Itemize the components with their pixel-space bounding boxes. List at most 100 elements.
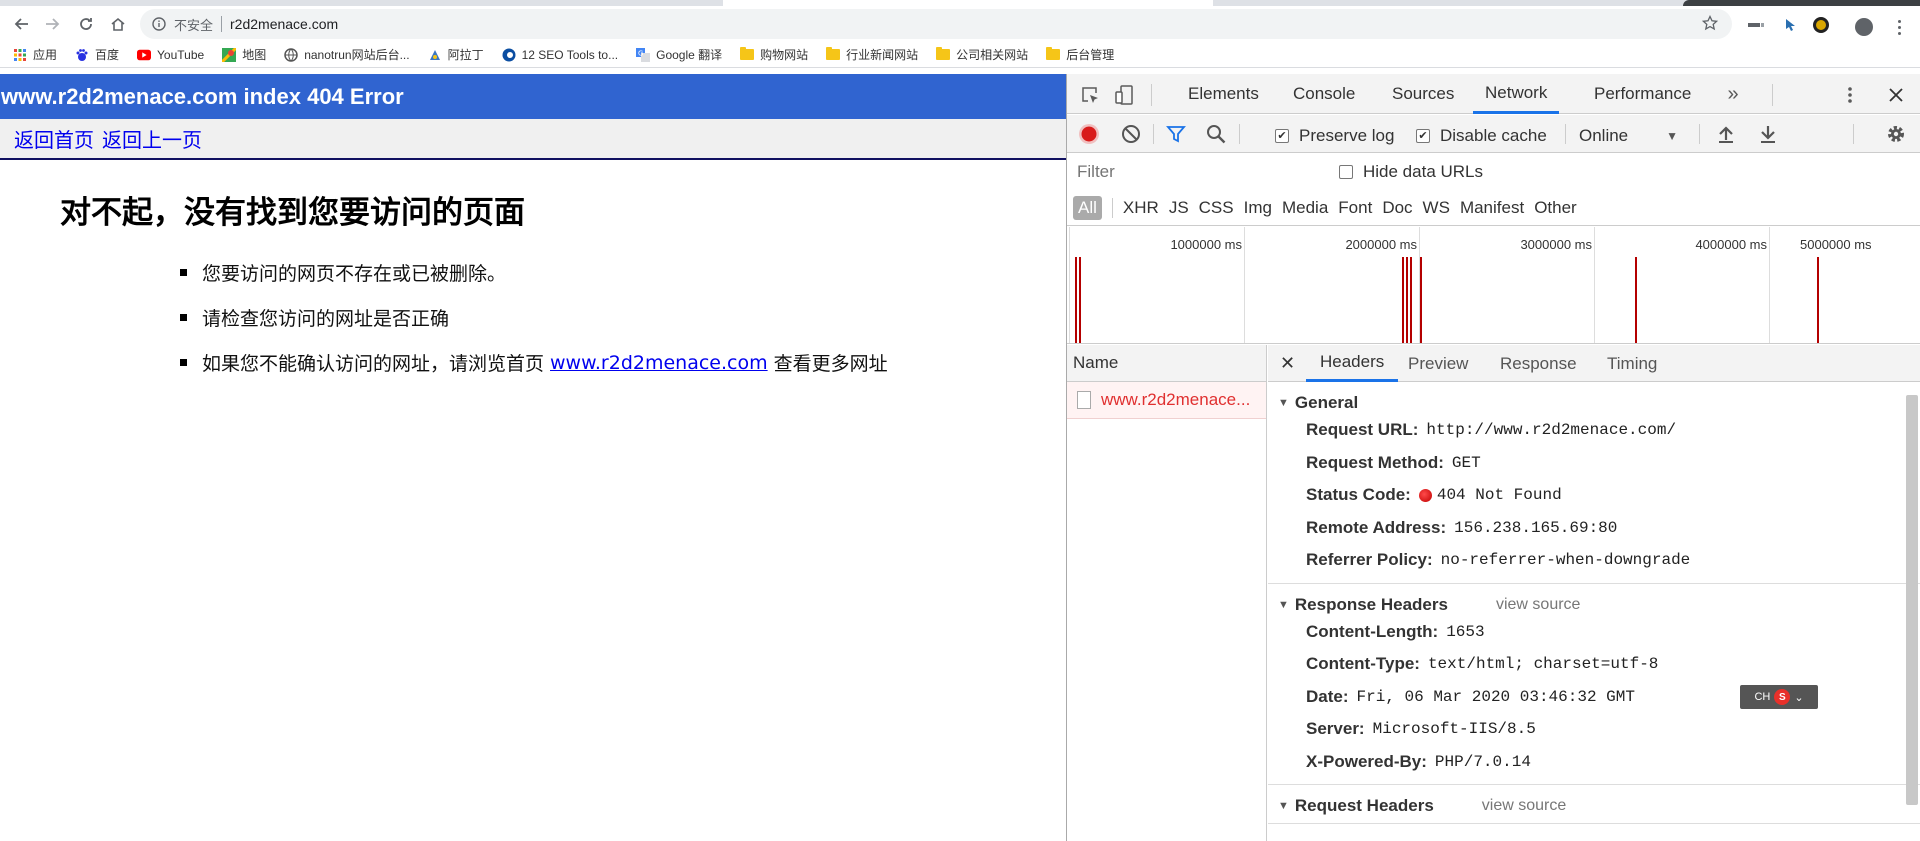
record-icon[interactable] [1078,123,1100,145]
details-tabbar: ✕ Headers Preview Response Timing [1268,345,1920,382]
import-har-icon[interactable] [1715,123,1737,145]
type-filter-doc[interactable]: Doc [1382,198,1412,218]
home-link[interactable]: 返回首页 [14,124,94,153]
omnibox-divider [221,16,223,32]
security-label: 不安全 [174,17,214,33]
bookmark-maps[interactable]: 地图 [222,46,266,63]
expand-triangle-icon: ▼ [1278,598,1289,611]
tab-response[interactable]: Response [1500,345,1577,382]
header-key: Referrer Policy: [1306,550,1433,570]
tab-timing[interactable]: Timing [1607,345,1657,382]
response-headers-header[interactable]: ▼ Response Headers view source [1278,594,1920,616]
toolbar-divider [1151,84,1152,106]
export-har-icon[interactable] [1757,123,1779,145]
hide-data-urls-checkbox[interactable]: Hide data URLs [1339,162,1483,182]
bookmark-google-translate[interactable]: G Google 翻译 [636,46,722,63]
folder-icon [740,47,755,62]
info-icon[interactable] [152,17,166,31]
view-source-link[interactable]: view source [1496,596,1580,614]
bookmark-aladdin[interactable]: 阿拉丁 [428,46,484,63]
bookmark-youtube[interactable]: YouTube [137,48,204,62]
name-column-header[interactable]: Name [1067,345,1266,382]
devtools-menu-icon[interactable] [1845,84,1855,106]
header-key: Content-Type: [1306,654,1420,674]
cursor-extension-icon[interactable] [1780,18,1798,32]
ime-menu-icon: ⌄ [1794,691,1804,704]
timeline-request-bar [1635,257,1637,343]
type-filter-manifest[interactable]: Manifest [1460,198,1524,218]
forward-button[interactable] [38,10,66,38]
bookmark-star-icon[interactable] [1701,14,1719,34]
tab-sources[interactable]: Sources [1392,74,1454,114]
general-section-header[interactable]: ▼ General [1278,392,1920,414]
bookmark-folder-company[interactable]: 公司相关网站 [936,46,1028,63]
address-bar[interactable]: 不安全 r2d2menace.com [140,9,1732,39]
view-source-link[interactable]: view source [1482,797,1566,815]
type-filter-css[interactable]: CSS [1199,198,1234,218]
close-devtools-icon[interactable] [1885,84,1907,106]
ime-toolbar-badge[interactable]: CH S ⌄ [1740,685,1818,709]
bullet-icon [180,314,187,321]
back-link[interactable]: 返回上一页 [102,124,202,153]
throttling-select[interactable]: Online ▼ [1579,126,1678,146]
tab-preview[interactable]: Preview [1408,345,1468,382]
tab-performance[interactable]: Performance [1594,74,1691,114]
header-value: text/html; charset=utf-8 [1427,655,1659,674]
tab-console[interactable]: Console [1293,74,1355,114]
type-filter-xhr[interactable]: XHR [1123,198,1159,218]
type-filter-img[interactable]: Img [1244,198,1272,218]
type-filter-all[interactable]: All [1073,195,1102,220]
status-error-dot-icon [1418,488,1432,502]
bookmark-baidu[interactable]: 百度 [75,46,119,63]
extension-icon[interactable] [1748,18,1766,32]
clear-icon[interactable] [1120,123,1142,145]
maps-icon [222,47,237,62]
home-button[interactable] [104,10,132,38]
back-button[interactable] [8,10,36,38]
header-row: X-Powered-By: PHP/7.0.14 [1278,746,1920,779]
network-settings-gear-icon[interactable] [1885,123,1907,145]
details-scrollbar[interactable] [1906,395,1918,805]
disable-cache-checkbox[interactable]: ✔ Disable cache [1416,126,1547,146]
type-filter-js[interactable]: JS [1169,198,1189,218]
page-title: 对不起，没有找到您要访问的页面 [60,195,525,231]
url-text[interactable]: r2d2menace.com [230,16,338,32]
header-key: Status Code: [1306,485,1411,505]
inspect-element-icon[interactable] [1079,84,1101,106]
bookmark-seo-tools[interactable]: 12 SEO Tools to... [502,48,618,62]
filter-input[interactable] [1071,159,1315,185]
request-row[interactable]: www.r2d2menace... [1067,382,1266,419]
home-icon [111,17,125,31]
toolbar-divider [1153,124,1154,144]
more-tabs-chevron-icon[interactable]: » [1723,82,1743,106]
header-value: http://www.r2d2menace.com/ [1426,421,1677,440]
bookmark-folder-news[interactable]: 行业新闻网站 [826,46,918,63]
network-overview-timeline[interactable]: 1000000 ms 2000000 ms 3000000 ms 4000000… [1067,227,1920,344]
type-filter-font[interactable]: Font [1338,198,1372,218]
type-filter-media[interactable]: Media [1282,198,1328,218]
type-filter-ws[interactable]: WS [1423,198,1450,218]
filter-funnel-icon[interactable] [1165,123,1187,145]
bookmark-folder-admin[interactable]: 后台管理 [1046,46,1114,63]
preserve-log-checkbox[interactable]: ✔ Preserve log [1275,126,1394,146]
request-name: www.r2d2menace... [1101,390,1251,409]
device-toolbar-icon[interactable] [1113,84,1135,106]
folder-icon [1046,47,1061,62]
request-headers-header[interactable]: ▼ Request Headers view source [1278,795,1920,817]
chrome-menu-icon[interactable] [1898,20,1902,36]
list-item-text: 查看更多网址 [773,353,888,375]
bookmark-folder-shopping[interactable]: 购物网站 [740,46,808,63]
list-item: 如果您不能确认访问的网址，请浏览首页 www.r2d2menace.com 查看更多… [180,340,1066,385]
tab-network[interactable]: Network [1473,74,1560,114]
search-icon[interactable] [1205,123,1227,145]
tab-elements[interactable]: Elements [1188,74,1259,114]
homepage-link[interactable]: www.r2d2menace.com [550,352,768,374]
tab-headers[interactable]: Headers [1306,345,1399,382]
coin-extension-icon[interactable] [1812,17,1830,33]
bookmark-nanotrun[interactable]: nanotrun网站后台... [284,46,410,63]
reload-button[interactable] [72,10,100,38]
profile-avatar-icon[interactable] [1855,18,1873,36]
type-filter-other[interactable]: Other [1534,198,1577,218]
bookmark-apps[interactable]: 应用 [13,46,57,63]
close-details-icon[interactable]: ✕ [1280,353,1295,374]
